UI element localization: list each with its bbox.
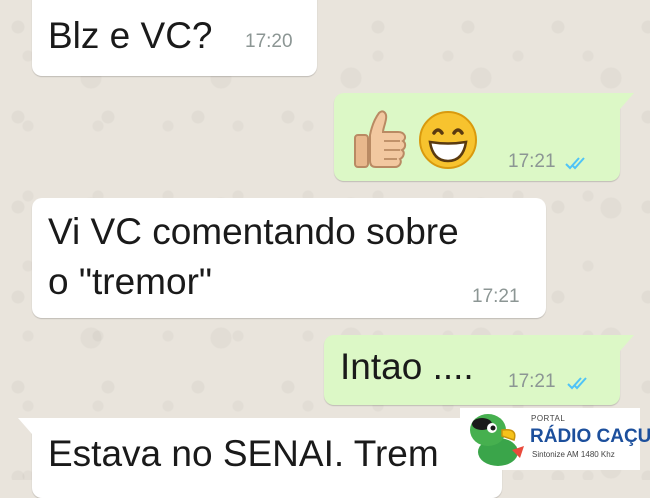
message-bubble-incoming[interactable]: Blz e VC? 17:20 [32,0,317,76]
read-receipt-icon [565,157,585,170]
message-bubble-outgoing[interactable]: Intao .... 17:21 [324,335,620,405]
message-text-line-1: Vi VC comentando sobre [48,211,459,252]
read-receipt-icon [567,377,587,390]
message-text: Estava no SENAI. Trem [48,433,439,474]
message-bubble-incoming[interactable]: Vi VC comentando sobre o "tremor" 17:21 [32,198,546,318]
thumbs-up-icon [354,110,407,168]
message-bubble-incoming[interactable]: Estava no SENAI. Trem [32,418,502,498]
message-time: 17:21 [472,286,520,307]
logo-tagline: Sintonize AM 1480 Khz [532,450,615,459]
message-time: 17:20 [245,31,293,52]
bubble-tail [620,335,634,351]
parrot-mascot-icon [470,414,524,466]
message-text: Blz e VC? [48,15,213,56]
grinning-face-icon [419,111,477,169]
message-text-line-2: o "tremor" [48,261,213,302]
bubble-tail [620,93,634,109]
message-bubble-outgoing[interactable]: 17:21 [334,93,620,181]
logo-brand-name: RÁDIO CAÇULA [530,426,650,447]
radio-logo-watermark: PORTAL RÁDIO CAÇULA Sintonize AM 1480 Kh… [460,408,650,470]
logo-portal-label: PORTAL [531,414,566,423]
message-time: 17:21 [508,151,556,172]
bubble-tail [18,418,32,434]
message-text: Intao .... [340,346,474,387]
message-time: 17:21 [508,371,556,392]
